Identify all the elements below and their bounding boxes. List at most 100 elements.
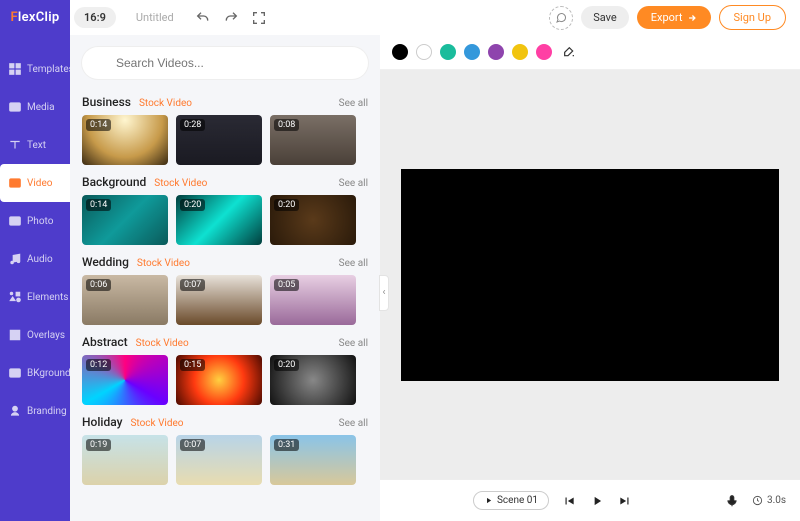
category-wedding: Wedding Stock Video See all 0:06 0:07 0:05: [82, 255, 368, 325]
category-title: Wedding: [82, 255, 129, 269]
scene-selector[interactable]: Scene 01: [473, 491, 549, 510]
duration-badge: 0:20: [180, 199, 205, 211]
video-thumb[interactable]: 0:07: [176, 275, 262, 325]
photo-icon: [8, 214, 22, 228]
swatch-blue[interactable]: [464, 44, 480, 60]
templates-icon: [8, 62, 22, 76]
undo-icon[interactable]: [194, 9, 212, 27]
top-bar: 16:9 Untitled Save Export Sign Up: [70, 0, 800, 35]
audio-icon: [8, 252, 22, 266]
bkground-icon: [8, 366, 22, 380]
canvas-panel: ‹ Scene 01 3.0s: [380, 35, 800, 521]
duration-badge: 0:07: [180, 279, 205, 291]
swatch-purple[interactable]: [488, 44, 504, 60]
sidebar-item-overlays[interactable]: Overlays: [0, 316, 70, 354]
video-library-panel: BusinessStock VideoSee all0:140:280:08Ba…: [70, 35, 380, 521]
duration-badge: 0:20: [274, 199, 299, 211]
color-picker-icon[interactable]: [560, 43, 578, 61]
duration-badge: 0:14: [86, 119, 111, 131]
duration-badge: 0:28: [180, 119, 205, 131]
category-abstract: Abstract Stock Video See all 0:12 0:15 0:20: [82, 335, 368, 405]
sidebar-nav: TemplatesMediaTextVideoPhotoAudioElement…: [0, 50, 70, 430]
elements-icon: [8, 290, 22, 304]
duration-badge: 0:15: [180, 359, 205, 371]
category-title: Holiday: [82, 415, 122, 429]
see-all-link[interactable]: See all: [339, 258, 368, 269]
video-thumb[interactable]: 0:08: [270, 115, 356, 165]
stock-video-tag: Stock Video: [139, 98, 192, 109]
brand-logo: FlexClip: [0, 0, 70, 35]
see-all-link[interactable]: See all: [339, 418, 368, 429]
category-title: Business: [82, 95, 131, 109]
sidebar: FlexClip TemplatesMediaTextVideoPhotoAud…: [0, 0, 70, 521]
duration-badge: 0:14: [86, 199, 111, 211]
swatch-black[interactable]: [392, 44, 408, 60]
duration-badge: 0:12: [86, 359, 111, 371]
fullscreen-icon[interactable]: [250, 9, 268, 27]
sidebar-item-elements[interactable]: Elements: [0, 278, 70, 316]
see-all-link[interactable]: See all: [339, 178, 368, 189]
sidebar-item-media[interactable]: Media: [0, 88, 70, 126]
preview-frame[interactable]: [401, 169, 779, 381]
video-icon: [8, 176, 22, 190]
duration-badge: 0:06: [86, 279, 111, 291]
color-swatch-row: [380, 35, 800, 70]
video-thumb[interactable]: 0:14: [82, 115, 168, 165]
video-thumb[interactable]: 0:19: [82, 435, 168, 485]
sidebar-item-templates[interactable]: Templates: [0, 50, 70, 88]
export-label: Export: [651, 11, 683, 24]
aspect-ratio-pill[interactable]: 16:9: [74, 7, 116, 28]
prev-scene-icon[interactable]: [561, 493, 577, 509]
swatch-pink[interactable]: [536, 44, 552, 60]
stock-video-tag: Stock Video: [137, 258, 190, 269]
sidebar-item-text[interactable]: Text: [0, 126, 70, 164]
next-scene-icon[interactable]: [617, 493, 633, 509]
sidebar-item-photo[interactable]: Photo: [0, 202, 70, 240]
video-thumb[interactable]: 0:28: [176, 115, 262, 165]
search-input[interactable]: [82, 47, 368, 79]
swatch-teal[interactable]: [440, 44, 456, 60]
stock-video-tag: Stock Video: [154, 178, 207, 189]
sidebar-item-branding[interactable]: Branding: [0, 392, 70, 430]
video-thumb[interactable]: 0:20: [270, 195, 356, 245]
video-thumb[interactable]: 0:20: [270, 355, 356, 405]
chat-icon[interactable]: [549, 6, 573, 30]
redo-icon[interactable]: [222, 9, 240, 27]
duration-badge: 0:20: [274, 359, 299, 371]
mic-icon[interactable]: [724, 493, 740, 509]
video-thumb[interactable]: 0:15: [176, 355, 262, 405]
category-title: Abstract: [82, 335, 128, 349]
video-thumb[interactable]: 0:31: [270, 435, 356, 485]
see-all-link[interactable]: See all: [339, 338, 368, 349]
collapse-panel-icon[interactable]: ‹: [379, 275, 389, 311]
overlays-icon: [8, 328, 22, 342]
signup-button[interactable]: Sign Up: [719, 5, 787, 30]
swatch-yellow[interactable]: [512, 44, 528, 60]
branding-icon: [8, 404, 22, 418]
video-thumb[interactable]: 0:14: [82, 195, 168, 245]
see-all-link[interactable]: See all: [339, 98, 368, 109]
video-thumb[interactable]: 0:12: [82, 355, 168, 405]
video-thumb[interactable]: 0:20: [176, 195, 262, 245]
stage: ‹: [380, 70, 800, 479]
project-title[interactable]: Untitled: [126, 7, 184, 28]
save-button[interactable]: Save: [581, 6, 629, 29]
duration-badge: 0:07: [180, 439, 205, 451]
video-thumb[interactable]: 0:05: [270, 275, 356, 325]
sidebar-item-video[interactable]: Video: [0, 164, 70, 202]
media-icon: [8, 100, 22, 114]
video-thumb[interactable]: 0:07: [176, 435, 262, 485]
stock-video-tag: Stock Video: [136, 338, 189, 349]
swatch-white[interactable]: [416, 44, 432, 60]
export-button[interactable]: Export: [637, 6, 711, 29]
text-icon: [8, 138, 22, 152]
duration-badge: 0:19: [86, 439, 111, 451]
category-holiday: Holiday Stock Video See all 0:19 0:07 0:31: [82, 415, 368, 485]
play-icon[interactable]: [589, 493, 605, 509]
stock-video-tag: Stock Video: [130, 418, 183, 429]
video-thumb[interactable]: 0:06: [82, 275, 168, 325]
sidebar-item-bkground[interactable]: BKground: [0, 354, 70, 392]
duration-indicator[interactable]: 3.0s: [752, 495, 786, 506]
category-business: Business Stock Video See all 0:14 0:28 0:08: [82, 95, 368, 165]
sidebar-item-audio[interactable]: Audio: [0, 240, 70, 278]
